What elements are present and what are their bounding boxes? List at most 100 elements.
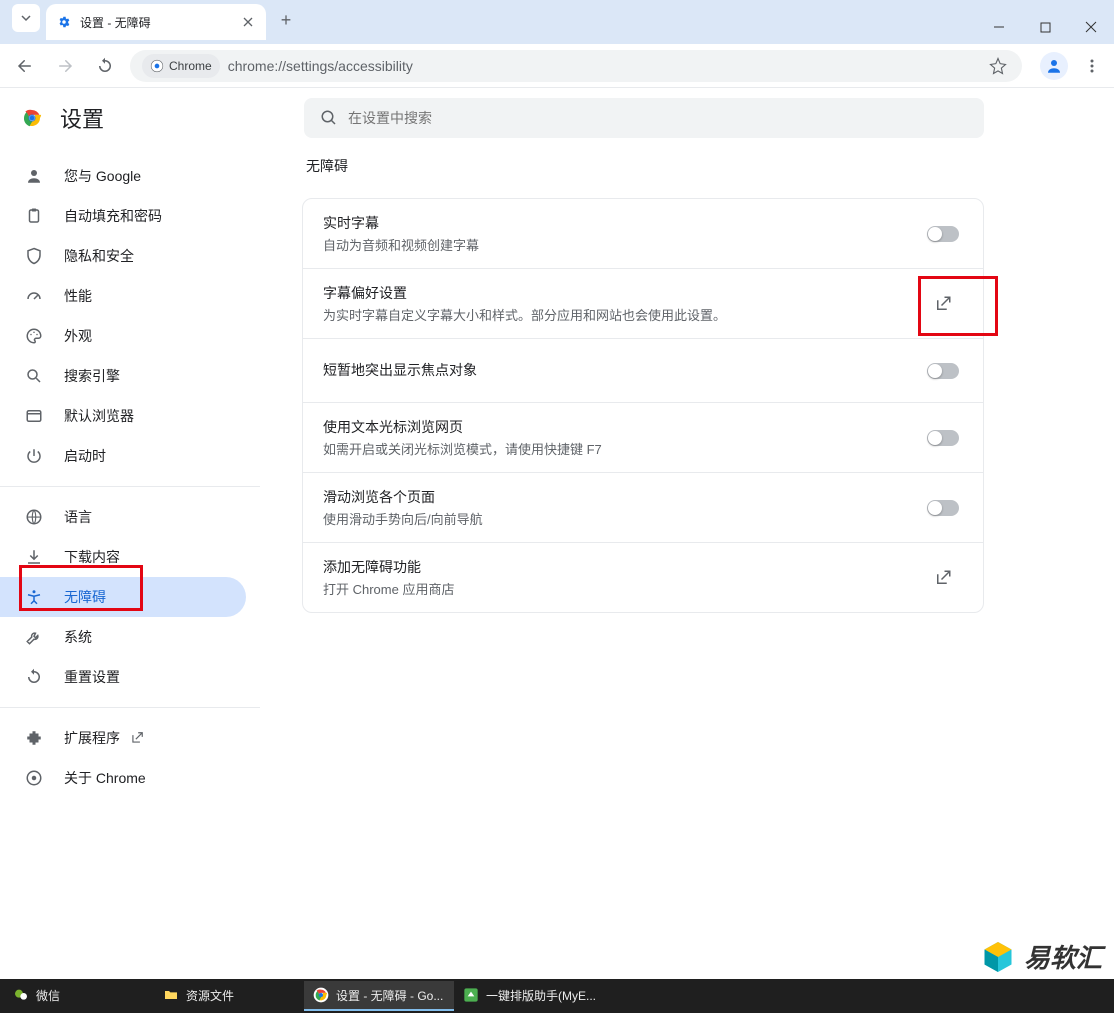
row-live-caption[interactable]: 实时字幕自动为音频和视频创建字幕 xyxy=(303,199,983,269)
sidebar-item-you-and-google[interactable]: 您与 Google xyxy=(0,156,246,196)
browser-tab[interactable]: 设置 - 无障碍 xyxy=(46,4,266,40)
row-title: 字幕偏好设置 xyxy=(323,283,923,303)
sidebar-item-privacy[interactable]: 隐私和安全 xyxy=(0,236,246,276)
speedometer-icon xyxy=(24,287,44,305)
sidebar-item-label: 系统 xyxy=(64,627,92,647)
site-chip[interactable]: Chrome xyxy=(142,54,220,78)
window-close-button[interactable] xyxy=(1068,10,1114,44)
sidebar-item-label: 启动时 xyxy=(64,446,106,466)
window-minimize-button[interactable] xyxy=(976,10,1022,44)
sidebar-item-autofill[interactable]: 自动填充和密码 xyxy=(0,196,246,236)
wrench-icon xyxy=(24,628,44,646)
person-icon xyxy=(24,167,44,185)
settings-search-input[interactable] xyxy=(348,110,968,126)
settings-header: 设置 xyxy=(0,88,1114,148)
taskbar-item-wechat[interactable]: 微信 xyxy=(4,981,154,1011)
download-icon xyxy=(24,548,44,566)
row-caret-browsing[interactable]: 使用文本光标浏览网页如需开启或关闭光标浏览模式，请使用快捷键 F7 xyxy=(303,403,983,473)
row-title: 实时字幕 xyxy=(323,213,923,233)
toggle-caret-browsing[interactable] xyxy=(927,430,959,446)
toggle-focus-highlight[interactable] xyxy=(927,363,959,379)
address-bar: Chrome chrome://settings/accessibility xyxy=(0,44,1114,88)
menu-button[interactable] xyxy=(1080,54,1104,78)
chevron-down-icon xyxy=(20,12,32,24)
sidebar-item-appearance[interactable]: 外观 xyxy=(0,316,246,356)
sidebar-item-accessibility[interactable]: 无障碍 xyxy=(0,577,246,617)
star-icon xyxy=(989,57,1007,75)
window-maximize-button[interactable] xyxy=(1022,10,1068,44)
browser-icon xyxy=(24,407,44,425)
sidebar-item-label: 关于 Chrome xyxy=(64,768,146,788)
tabs-dropdown-button[interactable] xyxy=(12,4,40,32)
kebab-icon xyxy=(1084,58,1100,74)
chrome-logo-icon xyxy=(150,59,164,73)
page-title: 设置 xyxy=(60,102,104,134)
row-subtitle: 使用滑动手势向后/向前导航 xyxy=(323,509,923,528)
tab-close-button[interactable] xyxy=(240,14,256,30)
sidebar-item-on-startup[interactable]: 启动时 xyxy=(0,436,246,476)
row-subtitle: 自动为音频和视频创建字幕 xyxy=(323,235,923,254)
maximize-icon xyxy=(1040,22,1051,33)
divider xyxy=(0,707,260,708)
row-caption-prefs[interactable]: 字幕偏好设置为实时字幕自定义字幕大小和样式。部分应用和网站也会使用此设置。 xyxy=(303,269,983,339)
power-icon xyxy=(24,447,44,465)
accessibility-icon xyxy=(24,588,44,606)
back-button[interactable] xyxy=(10,51,40,81)
watermark-text: 易软汇 xyxy=(1024,938,1102,975)
sidebar-item-system[interactable]: 系统 xyxy=(0,617,246,657)
row-focus-highlight[interactable]: 短暂地突出显示焦点对象 xyxy=(303,339,983,403)
taskbar-item-label: 一键排版助手(MyE... xyxy=(486,987,596,1004)
settings-card: 实时字幕自动为音频和视频创建字幕 字幕偏好设置为实时字幕自定义字幕大小和样式。部… xyxy=(302,198,984,613)
row-title: 短暂地突出显示焦点对象 xyxy=(323,360,923,380)
external-link-icon xyxy=(130,731,144,745)
row-subtitle: 打开 Chrome 应用商店 xyxy=(323,579,923,598)
profile-button[interactable] xyxy=(1040,52,1068,80)
restore-icon xyxy=(24,668,44,686)
reload-button[interactable] xyxy=(90,51,120,81)
row-swipe-navigation[interactable]: 滑动浏览各个页面使用滑动手势向后/向前导航 xyxy=(303,473,983,543)
sidebar-item-extensions[interactable]: 扩展程序 xyxy=(0,718,246,758)
sidebar-item-default-browser[interactable]: 默认浏览器 xyxy=(0,396,246,436)
search-icon xyxy=(24,367,44,385)
sidebar-item-label: 下载内容 xyxy=(64,547,120,567)
sidebar-item-downloads[interactable]: 下载内容 xyxy=(0,537,246,577)
taskbar: 微信 资源文件 设置 - 无障碍 - Go... 一键排版助手(MyE... xyxy=(0,979,1114,1013)
sidebar-item-label: 重置设置 xyxy=(64,667,120,687)
sidebar-item-label: 扩展程序 xyxy=(64,728,120,748)
sidebar-item-search-engine[interactable]: 搜索引擎 xyxy=(0,356,246,396)
tab-strip: 设置 - 无障碍 + xyxy=(0,0,1114,44)
taskbar-item-app[interactable]: 一键排版助手(MyE... xyxy=(454,981,604,1011)
toggle-swipe-navigation[interactable] xyxy=(927,500,959,516)
settings-gear-icon xyxy=(56,14,72,30)
taskbar-item-folder[interactable]: 资源文件 xyxy=(154,981,304,1011)
watermark-icon xyxy=(980,939,1016,975)
person-icon xyxy=(1045,57,1063,75)
forward-button[interactable] xyxy=(50,51,80,81)
settings-main: 无障碍 实时字幕自动为音频和视频创建字幕 字幕偏好设置为实时字幕自定义字幕大小和… xyxy=(260,88,1114,979)
sidebar-item-performance[interactable]: 性能 xyxy=(0,276,246,316)
address-field[interactable]: Chrome chrome://settings/accessibility xyxy=(130,50,1022,82)
search-icon xyxy=(320,109,338,127)
settings-search[interactable] xyxy=(304,98,984,138)
reload-icon xyxy=(96,57,114,75)
taskbar-item-chrome[interactable]: 设置 - 无障碍 - Go... xyxy=(304,981,454,1011)
tab-title: 设置 - 无障碍 xyxy=(80,14,240,31)
toggle-live-caption[interactable] xyxy=(927,226,959,242)
sidebar-item-about[interactable]: 关于 Chrome xyxy=(0,758,246,798)
bookmark-button[interactable] xyxy=(986,54,1010,78)
taskbar-item-label: 设置 - 无障碍 - Go... xyxy=(336,987,443,1004)
sidebar-item-languages[interactable]: 语言 xyxy=(0,497,246,537)
arrow-left-icon xyxy=(16,57,34,75)
sidebar-item-label: 您与 Google xyxy=(64,166,141,186)
chrome-logo-icon xyxy=(20,106,44,130)
settings-sidebar: 您与 Google 自动填充和密码 隐私和安全 性能 外观 搜索引擎 默认浏览器… xyxy=(0,88,260,979)
row-add-accessibility[interactable]: 添加无障碍功能打开 Chrome 应用商店 xyxy=(303,543,983,612)
url-text: chrome://settings/accessibility xyxy=(228,58,413,74)
new-tab-button[interactable]: + xyxy=(272,6,300,34)
row-subtitle: 为实时字幕自定义字幕大小和样式。部分应用和网站也会使用此设置。 xyxy=(323,305,923,324)
sidebar-item-reset[interactable]: 重置设置 xyxy=(0,657,246,697)
globe-icon xyxy=(24,508,44,526)
palette-icon xyxy=(24,327,44,345)
sidebar-item-label: 搜索引擎 xyxy=(64,366,120,386)
close-icon xyxy=(1085,21,1097,33)
